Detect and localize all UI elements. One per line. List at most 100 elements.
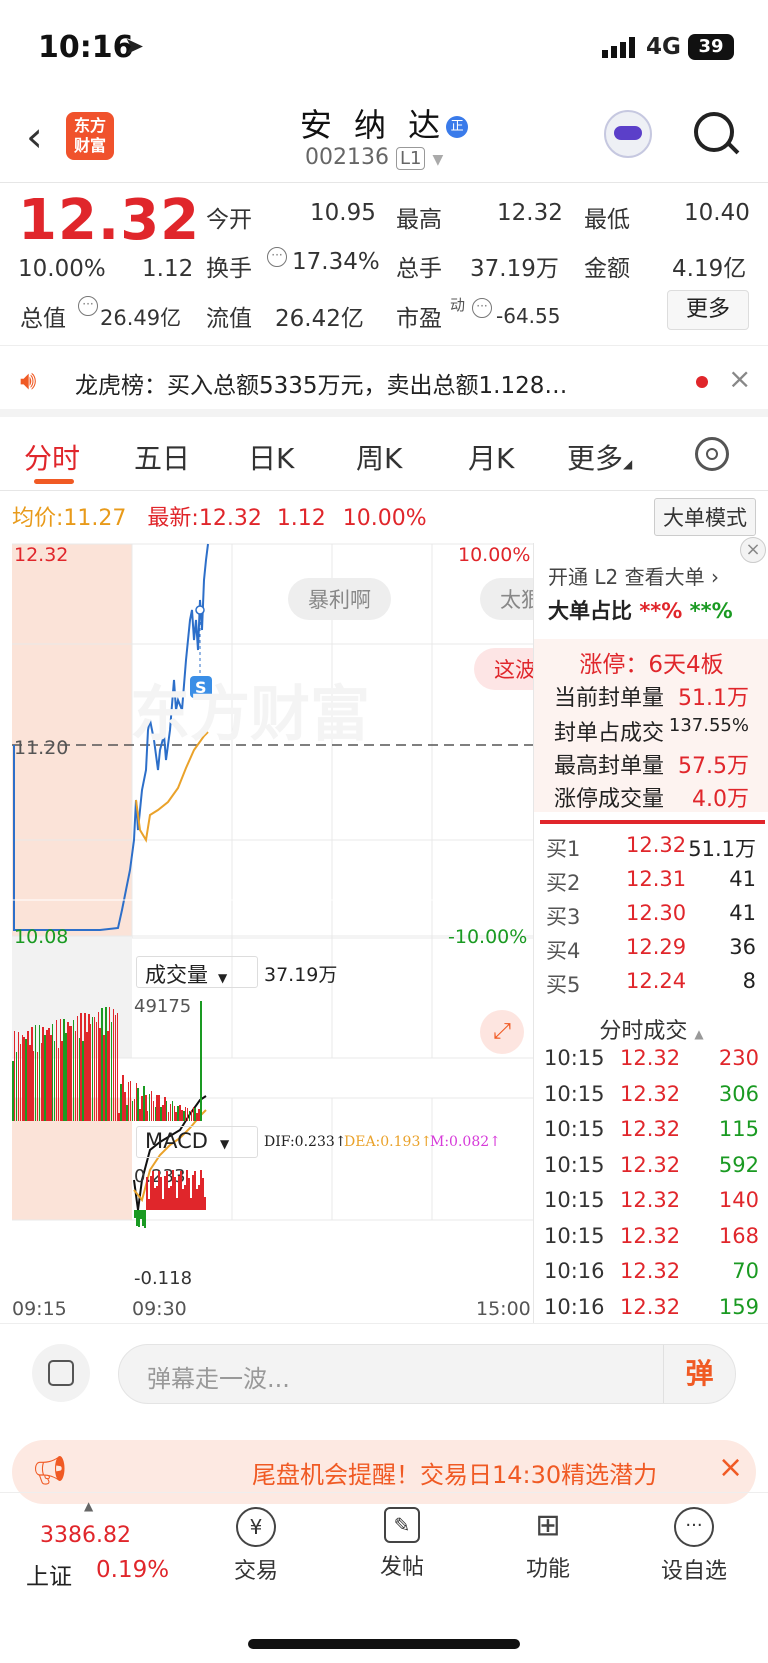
volume-indicator-select[interactable]: 成交量 ▼ — [136, 956, 258, 988]
float-value: 26.42亿 — [275, 306, 364, 332]
bid-row[interactable]: 买2 12.31 41 — [546, 867, 756, 901]
promo-text: 尾盘机会提醒！交易日14:30精选潜力 — [252, 1461, 658, 1489]
macd-bar — [144, 1210, 146, 1228]
tick-row: 10:15 12.32 168 — [544, 1223, 759, 1248]
tab-intraday[interactable]: 分时 — [24, 437, 80, 477]
dragon-tiger-banner[interactable]: 🔊︎ 龙虎榜：买入总额5335万元，卖出总额1.128… × — [0, 345, 768, 417]
tab-5day[interactable]: 五日 — [134, 437, 190, 477]
tick-list: 10:15 12.32 230 10:15 12.32 306 10:15 12.32 115 1… — [544, 1046, 759, 1330]
time-start: 09:15 — [12, 1298, 67, 1320]
tab-week-k[interactable]: 周K — [356, 437, 402, 477]
network-label: 4G — [646, 34, 681, 60]
macd-bot-label: -0.118 — [134, 1268, 193, 1289]
dea-value: DEA:0.193↑ — [344, 1134, 433, 1150]
price-max-label: 12.32 — [14, 544, 69, 566]
mcap-value: 26.49亿 — [100, 306, 182, 330]
float-label: 流值 — [206, 306, 252, 332]
pe-sup: 动 — [450, 296, 466, 314]
change-amt: 1.12 — [142, 256, 194, 282]
tab-day-k[interactable]: 日K — [248, 437, 294, 477]
send-danmu-button[interactable]: 弹 — [663, 1345, 735, 1403]
time-open: 09:30 — [132, 1298, 187, 1320]
more-button[interactable]: 更多 — [667, 290, 749, 330]
trade-icon: ¥ — [236, 1507, 276, 1547]
home-indicator — [248, 1639, 520, 1649]
m-value: M:0.082↑ — [430, 1134, 501, 1150]
robot-avatar-icon[interactable] — [604, 110, 652, 158]
macd-indicator-select[interactable]: MACD ▼ — [136, 1126, 258, 1158]
volume-value: 37.19万 — [470, 256, 559, 282]
pct-min-label: -10.00% — [448, 926, 528, 948]
macd-histogram — [134, 1166, 214, 1270]
bid-list: 买1 12.32 51.1万 买2 12.31 41 买3 12.30 41 买4 12.29 36 买… — [546, 833, 756, 1003]
high-label: 最高 — [396, 207, 442, 233]
bottom-nav: ▲ 3386.82 上证 0.19% ¥ 交易 ✎ 发帖 ⊞ 功能 ··· 设自选 — [0, 1492, 768, 1663]
ticks-title[interactable]: 分时成交 ▲ — [534, 1013, 768, 1045]
red-dot — [696, 376, 708, 388]
tab-more[interactable]: 更多◢ — [567, 437, 632, 477]
change-pct: 10.00% — [18, 256, 106, 282]
volume-bar — [116, 1013, 118, 1121]
signal-icon — [602, 36, 638, 58]
nav-post[interactable]: ✎ 发帖 — [352, 1507, 452, 1581]
turnover-value: 17.34% — [292, 249, 380, 275]
close-icon[interactable]: × — [740, 537, 766, 563]
tick-row: 10:15 12.32 115 — [544, 1117, 759, 1141]
l2-link[interactable]: 开通 L2 查看大单 › — [548, 561, 768, 590]
more-icon: ··· — [674, 1507, 714, 1547]
danmu-input-bar: 弹幕走一波... 弹 — [0, 1323, 768, 1423]
seal-bar — [540, 820, 765, 824]
location-icon: ➤ — [124, 32, 145, 60]
banner-text: 龙虎榜：买入总额5335万元，卖出总额1.128… — [75, 373, 568, 399]
bid-row[interactable]: 买4 12.29 36 — [546, 935, 756, 969]
bid-row[interactable]: 买5 12.24 8 — [546, 969, 756, 1003]
info-icon[interactable]: ··· — [472, 298, 492, 318]
tick-row: 10:15 12.32 140 — [544, 1188, 759, 1212]
index-name[interactable]: 上证 — [26, 1557, 72, 1591]
high-value: 12.32 — [497, 200, 563, 226]
pe-label: 市盈 — [396, 306, 442, 332]
stock-code: 002136 L1 ▼ — [305, 145, 444, 170]
big-order-mode-button[interactable]: 大单模式 — [654, 498, 756, 536]
order-panel: × 开通 L2 查看大单 › 大单占比 **% **% 涨停：6天4板 当前封单… — [533, 537, 768, 1323]
index-value[interactable]: 3386.82 — [40, 1523, 131, 1548]
close-icon[interactable]: × — [718, 1450, 743, 1485]
volume-total: 37.19万 — [264, 964, 338, 986]
nav-watchlist[interactable]: ··· 设自选 — [644, 1507, 744, 1585]
dif-value: DIF:0.233↑ — [264, 1134, 347, 1150]
pct-max-label: 10.00% — [458, 544, 531, 566]
battery-icon: 39 — [688, 34, 734, 60]
last-price: 12.32 — [18, 188, 201, 253]
close-icon[interactable]: × — [728, 362, 751, 395]
tab-month-k[interactable]: 月K — [468, 437, 514, 477]
danmu-input[interactable]: 弹幕走一波... 弹 — [118, 1344, 736, 1404]
expand-icon[interactable]: ⤢ — [480, 1010, 524, 1054]
pe-value: -64.55 — [496, 304, 561, 328]
info-icon[interactable]: ··· — [78, 296, 98, 316]
danmu-settings-icon[interactable] — [32, 1344, 90, 1402]
avg-line-info: 均价:11.27 最新:12.32 1.12 10.00% — [12, 506, 427, 531]
bid-row[interactable]: 买1 12.32 51.1万 — [546, 833, 756, 867]
nav-trade[interactable]: ¥ 交易 — [206, 1507, 306, 1585]
prev-close-label: 11.20 — [14, 737, 69, 759]
chart-tabs: 分时 五日 日K 周K 月K 更多◢ — [0, 417, 768, 491]
macd-bar — [204, 1197, 206, 1210]
megaphone-icon: 📢︎ — [32, 1454, 68, 1487]
time-end: 15:00 — [476, 1298, 531, 1320]
info-icon[interactable]: ··· — [267, 247, 287, 267]
index-pct[interactable]: 0.19% — [96, 1557, 169, 1583]
tick-row: 10:15 12.32 230 — [544, 1046, 759, 1070]
settings-icon[interactable] — [695, 437, 729, 471]
danmu-bubble: 太狠 — [480, 578, 533, 620]
bid-row[interactable]: 买3 12.30 41 — [546, 901, 756, 935]
watermark: 东方财富 — [130, 680, 370, 750]
low-value: 10.40 — [684, 200, 750, 226]
amount-label: 金额 — [584, 256, 630, 282]
danmu-bubble: 这波 — [474, 648, 533, 690]
limit-up-streak: 涨停：6天4板 — [579, 652, 724, 678]
price-min-label: 10.08 — [14, 926, 69, 948]
volume-bar — [200, 1001, 202, 1121]
nav-function[interactable]: ⊞ 功能 — [498, 1507, 598, 1583]
low-label: 最低 — [584, 207, 630, 233]
volume-histogram — [12, 993, 212, 1121]
